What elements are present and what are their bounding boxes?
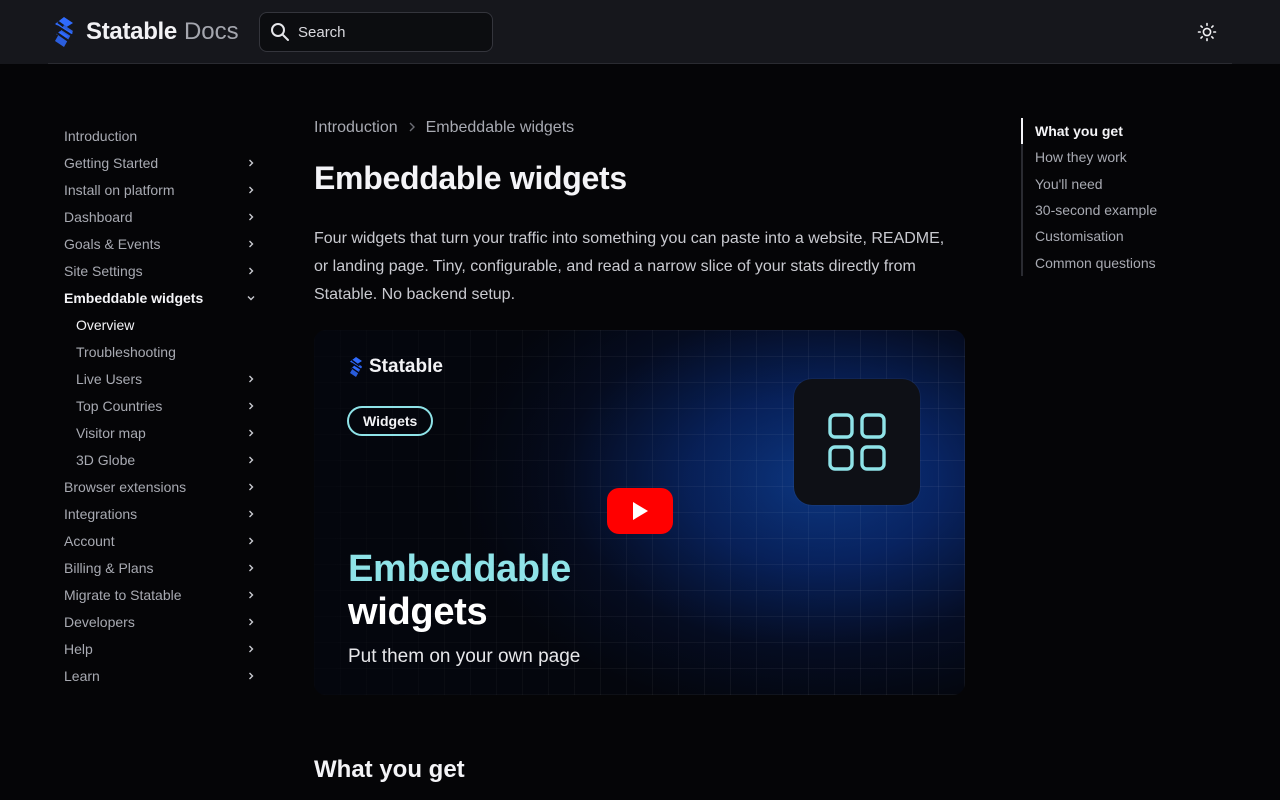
sidebar-item-label: Overview bbox=[76, 316, 135, 333]
header-divider bbox=[48, 63, 1232, 64]
sidebar-item-goals-events[interactable]: Goals & Events bbox=[64, 230, 264, 257]
sun-icon bbox=[1197, 22, 1217, 42]
section-heading-what-you-get: What you get bbox=[314, 756, 465, 783]
chevron-right-icon bbox=[246, 158, 256, 168]
sidebar-item-label: Site Settings bbox=[64, 262, 143, 279]
sidebar-item-label: Integrations bbox=[64, 505, 138, 522]
sidebar-item-label: Visitor map bbox=[76, 424, 146, 441]
search-icon bbox=[271, 23, 289, 41]
chevron-right-icon bbox=[408, 121, 416, 135]
video-title-line1: Embeddable bbox=[348, 548, 571, 590]
sidebar-item-label: Embeddable widgets bbox=[64, 289, 204, 306]
sidebar-item-browser-extensions[interactable]: Browser extensions bbox=[64, 473, 264, 500]
sidebar-item-account[interactable]: Account bbox=[64, 527, 264, 554]
theme-toggle-button[interactable] bbox=[1194, 19, 1220, 45]
sidebar-item-label: Learn bbox=[64, 667, 100, 684]
sidebar-item-label: Migrate to Statable bbox=[64, 586, 182, 603]
play-button[interactable] bbox=[607, 488, 673, 534]
table-of-contents: What you get How they work You'll need 30-s… bbox=[1021, 118, 1221, 276]
sidebar-item-label: 3D Globe bbox=[76, 451, 136, 468]
breadcrumb-item-introduction[interactable]: Introduction bbox=[314, 119, 398, 137]
sidebar-item-label: Install on platform bbox=[64, 181, 175, 198]
sidebar-item-label: Dashboard bbox=[64, 208, 133, 225]
video-brand-name: Statable bbox=[369, 356, 443, 377]
sidebar-item-label: Top Countries bbox=[76, 397, 163, 414]
chevron-right-icon bbox=[246, 455, 256, 465]
sidebar-item-embeddable-widgets[interactable]: Embeddable widgets bbox=[64, 284, 264, 311]
search-input[interactable] bbox=[298, 23, 478, 41]
chevron-right-icon bbox=[246, 563, 256, 573]
sidebar-item-troubleshooting[interactable]: Troubleshooting bbox=[64, 338, 264, 365]
widgets-tile bbox=[794, 379, 920, 505]
sidebar-item-live-users[interactable]: Live Users bbox=[64, 365, 264, 392]
top-header: Statable Docs bbox=[0, 0, 1280, 64]
sidebar-nav: Introduction Getting Started Install on pl… bbox=[64, 122, 264, 689]
chevron-right-icon bbox=[246, 671, 256, 681]
brand-suffix: Docs bbox=[183, 18, 239, 45]
toc-item-you-ll-need[interactable]: You'll need bbox=[1023, 171, 1221, 197]
sidebar-item-getting-started[interactable]: Getting Started bbox=[64, 149, 264, 176]
sidebar-item-label: Help bbox=[64, 640, 93, 657]
toc-item-30-second-example[interactable]: 30-second example bbox=[1023, 197, 1221, 223]
chevron-right-icon bbox=[246, 536, 256, 546]
chevron-right-icon bbox=[246, 428, 256, 438]
video-title-line2: widgets bbox=[348, 591, 488, 633]
sidebar-item-label: Developers bbox=[64, 613, 135, 630]
sidebar-item-top-countries[interactable]: Top Countries bbox=[64, 392, 264, 419]
chevron-right-icon bbox=[246, 590, 256, 600]
sidebar-item-label: Live Users bbox=[76, 370, 143, 387]
sidebar-item-site-settings[interactable]: Site Settings bbox=[64, 257, 264, 284]
sidebar-item-billing-plans[interactable]: Billing & Plans bbox=[64, 554, 264, 581]
toc-item-what-you-get[interactable]: What you get bbox=[1021, 118, 1221, 145]
chevron-right-icon bbox=[246, 482, 256, 492]
brand-logo[interactable]: Statable Docs bbox=[52, 16, 239, 48]
grid-icon bbox=[828, 413, 886, 471]
sidebar-item-migrate-to-statable[interactable]: Migrate to Statable bbox=[64, 581, 264, 608]
chevron-right-icon bbox=[246, 644, 256, 654]
sidebar-item-label: Billing & Plans bbox=[64, 559, 154, 576]
brand-name: Statable bbox=[86, 18, 177, 45]
chevron-right-icon bbox=[246, 185, 256, 195]
chevron-right-icon bbox=[246, 266, 256, 276]
breadcrumb: Introduction Embeddable widgets bbox=[314, 114, 966, 142]
toc-item-customisation[interactable]: Customisation bbox=[1023, 223, 1221, 249]
sidebar-item-overview[interactable]: Overview bbox=[64, 311, 264, 338]
video-pill-badge: Widgets bbox=[347, 406, 434, 436]
sidebar-item-developers[interactable]: Developers bbox=[64, 608, 264, 635]
breadcrumb-item-current[interactable]: Embeddable widgets bbox=[426, 119, 575, 137]
sidebar-item-learn[interactable]: Learn bbox=[64, 662, 264, 689]
chevron-right-icon bbox=[246, 374, 256, 384]
video-subtitle: Put them on your own page bbox=[348, 646, 581, 667]
sidebar-item-visitor-map[interactable]: Visitor map bbox=[64, 419, 264, 446]
video-embed[interactable]: Statable Widgets Embeddable widgets Put … bbox=[314, 330, 965, 695]
statable-logo-icon bbox=[55, 17, 73, 47]
sidebar-item-integrations[interactable]: Integrations bbox=[64, 500, 264, 527]
sidebar-item-label: Account bbox=[64, 532, 115, 549]
search-box[interactable] bbox=[259, 12, 493, 52]
sidebar-item-help[interactable]: Help bbox=[64, 635, 264, 662]
chevron-right-icon bbox=[246, 239, 256, 249]
main-content: Introduction Embeddable widgets Embeddab… bbox=[314, 114, 966, 783]
statable-logo-icon bbox=[350, 357, 362, 377]
sidebar-item-introduction[interactable]: Introduction bbox=[64, 122, 264, 149]
play-icon bbox=[633, 502, 648, 520]
chevron-right-icon bbox=[246, 212, 256, 222]
chevron-right-icon bbox=[246, 509, 256, 519]
chevron-right-icon bbox=[246, 401, 256, 411]
toc-item-how-they-work[interactable]: How they work bbox=[1023, 144, 1221, 170]
chevron-right-icon bbox=[246, 617, 256, 627]
sidebar-item-label: Introduction bbox=[64, 127, 138, 144]
intro-paragraph: Four widgets that turn your traffic into… bbox=[314, 230, 945, 303]
sidebar-item-dashboard[interactable]: Dashboard bbox=[64, 203, 264, 230]
page-title: Embeddable widgets bbox=[314, 160, 627, 196]
sidebar-item-install-on-platform[interactable]: Install on platform bbox=[64, 176, 264, 203]
sidebar-item-label: Goals & Events bbox=[64, 235, 161, 252]
sidebar-item-label: Browser extensions bbox=[64, 478, 187, 495]
sidebar-item-label: Troubleshooting bbox=[76, 343, 176, 360]
video-brand: Statable bbox=[348, 356, 443, 378]
sidebar-item-label: Getting Started bbox=[64, 154, 159, 171]
toc-item-common-questions[interactable]: Common questions bbox=[1023, 249, 1221, 275]
sidebar-item-3d-globe[interactable]: 3D Globe bbox=[64, 446, 264, 473]
chevron-down-icon bbox=[246, 293, 256, 303]
